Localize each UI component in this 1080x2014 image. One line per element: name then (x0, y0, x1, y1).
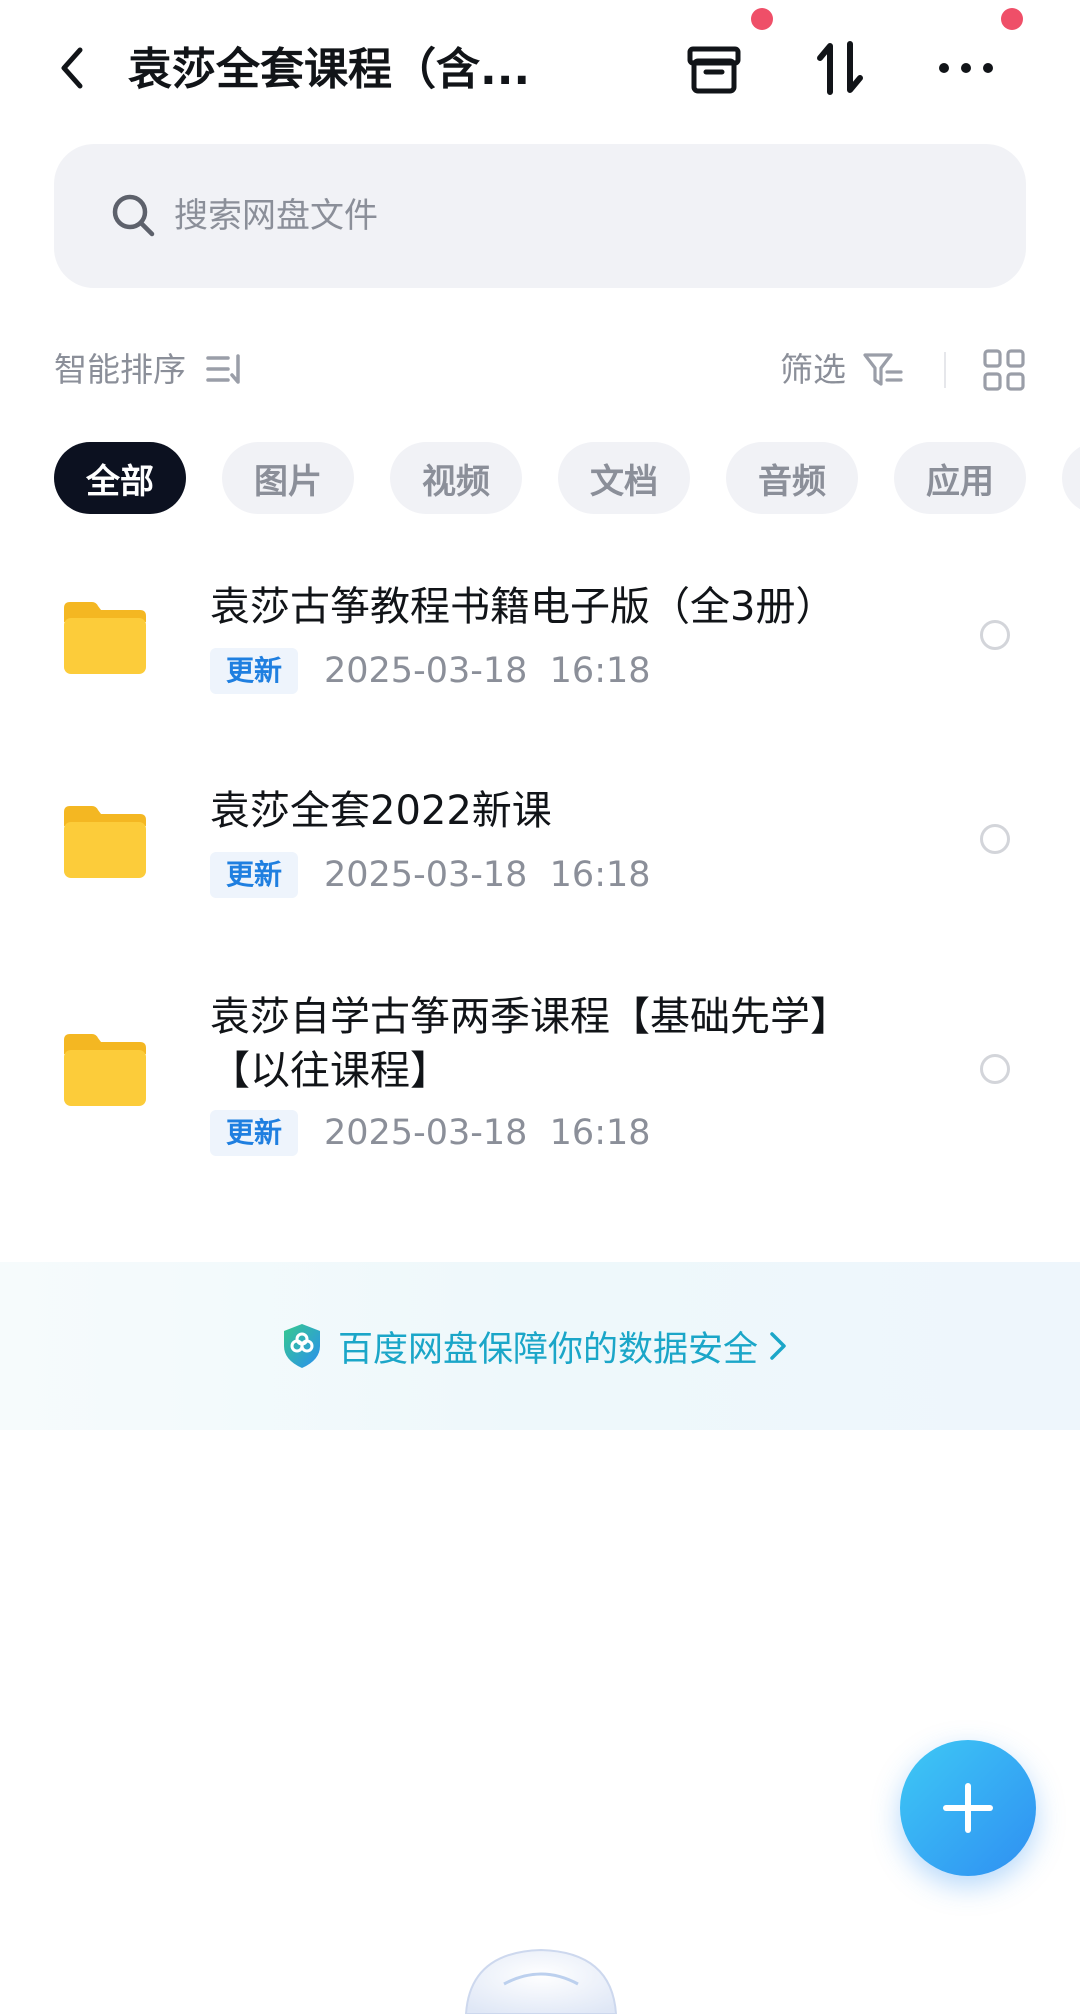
folder-icon (64, 1034, 146, 1106)
more-button[interactable] (934, 36, 998, 100)
file-date: 2025-03-18 16:18 (324, 651, 651, 691)
search-icon (112, 194, 155, 237)
chevron-right-icon (770, 1332, 786, 1360)
tab-more[interactable] (1062, 442, 1080, 514)
shield-icon (284, 1324, 320, 1368)
tab-images[interactable]: 图片 (222, 442, 354, 514)
select-checkbox[interactable] (980, 620, 1010, 650)
list-item[interactable]: 袁莎自学古筝两季课程【基础先学】【以往课程】 更新 2025-03-18 16:… (0, 968, 1080, 1168)
list-item[interactable]: 袁莎古筝教程书籍电子版（全3册） 更新 2025-03-18 16:18 (0, 560, 1080, 720)
select-checkbox[interactable] (980, 824, 1010, 854)
tab-documents[interactable]: 文档 (558, 442, 690, 514)
file-name: 袁莎全套2022新课 (210, 788, 552, 834)
archive-button[interactable] (682, 36, 746, 100)
update-badge: 更新 (210, 1110, 299, 1156)
folder-icon (64, 806, 146, 878)
more-dots-icon (939, 63, 993, 73)
transfer-arrows-icon (817, 41, 863, 95)
plus-icon (943, 1783, 993, 1833)
divider (944, 352, 946, 388)
mascot-image (464, 1948, 618, 2014)
sort-icon[interactable] (206, 352, 246, 388)
toolbar: 智能排序 筛选 (54, 340, 1026, 400)
update-badge: 更新 (210, 648, 299, 694)
tab-videos[interactable]: 视频 (390, 442, 522, 514)
top-bar: 袁莎全套课程（含... (0, 0, 1080, 140)
file-date: 2025-03-18 16:18 (324, 1113, 651, 1153)
notification-dot (1001, 8, 1023, 30)
tab-all[interactable]: 全部 (54, 442, 186, 514)
tab-apps[interactable]: 应用 (894, 442, 1026, 514)
notification-dot (751, 8, 773, 30)
filter-icon[interactable] (862, 350, 904, 390)
back-button[interactable] (48, 40, 96, 96)
folder-icon (64, 602, 146, 674)
page-title: 袁莎全套课程（含... (128, 44, 531, 95)
archive-box-icon (687, 46, 741, 94)
file-name: 袁莎古筝教程书籍电子版（全3册） (210, 584, 836, 630)
list-item[interactable]: 袁莎全套2022新课 更新 2025-03-18 16:18 (0, 764, 1080, 924)
transfer-button[interactable] (808, 36, 872, 100)
chevron-left-icon (61, 47, 83, 89)
tab-audio[interactable]: 音频 (726, 442, 858, 514)
grid-view-icon[interactable] (982, 348, 1026, 392)
security-banner[interactable]: 百度网盘保障你的数据安全 (0, 1262, 1080, 1430)
sort-button[interactable]: 智能排序 (54, 340, 186, 400)
file-name: 袁莎自学古筝两季课程【基础先学】【以往课程】 (210, 994, 850, 1094)
category-tabs: 全部 图片 视频 文档 音频 应用 (54, 442, 1080, 514)
update-badge: 更新 (210, 852, 299, 898)
search-placeholder: 搜索网盘文件 (174, 196, 378, 236)
filter-button[interactable]: 筛选 (780, 340, 846, 400)
add-button[interactable] (900, 1740, 1036, 1876)
search-input[interactable]: 搜索网盘文件 (54, 144, 1026, 288)
security-text: 百度网盘保障你的数据安全 (338, 1329, 759, 1370)
file-date: 2025-03-18 16:18 (324, 855, 651, 895)
select-checkbox[interactable] (980, 1054, 1010, 1084)
